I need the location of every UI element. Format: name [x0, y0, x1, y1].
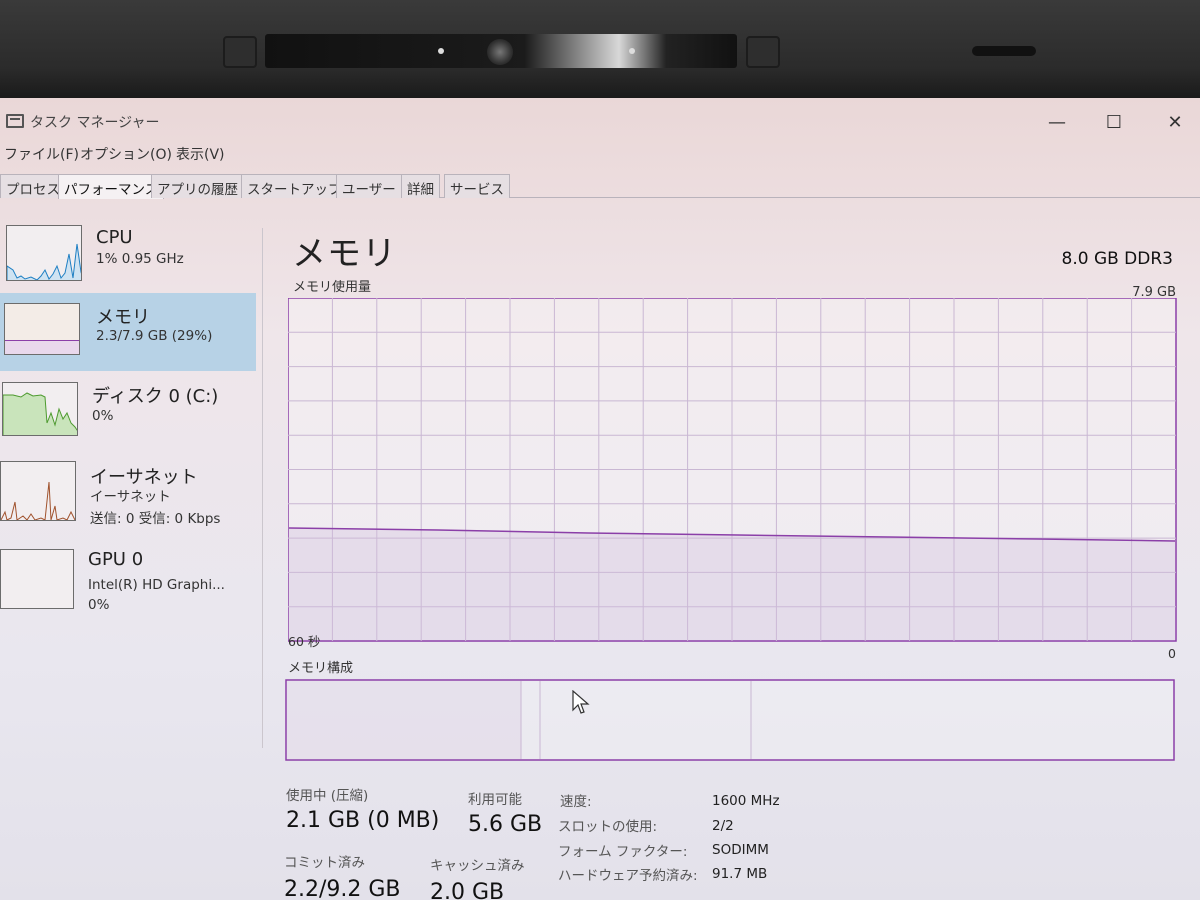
stat-in-use: 使用中 (圧縮) 2.1 GB (0 MB)	[286, 784, 439, 833]
stat-cached-label: キャッシュ済み	[430, 858, 525, 874]
sidebar-ethernet-adapter: イーサネット	[90, 489, 171, 505]
detail-reserved-label: ハードウェア予約済み:	[558, 868, 698, 884]
sidebar-memory-usage: 2.3/7.9 GB (29%)	[96, 328, 213, 344]
stat-cached-value: 2.0 GB	[430, 880, 505, 900]
detail-speed-label: 速度:	[560, 794, 592, 810]
bezel-slot	[972, 46, 1036, 56]
sidebar-divider	[262, 228, 263, 748]
window-title: タスク マネージャー	[30, 115, 160, 131]
stat-committed: コミット済み 2.2/9.2 GB	[284, 851, 401, 900]
sidebar-disk-name: ディスク 0 (C:)	[92, 386, 219, 407]
close-button[interactable]: ✕	[1160, 112, 1190, 133]
stat-cached: キャッシュ済み 2.0 GB	[430, 854, 525, 900]
resource-sidebar: CPU 1% 0.95 GHz メモリ 2.3/7.9 GB (29%) ディス…	[0, 223, 258, 743]
stat-committed-value: 2.2/9.2 GB	[284, 877, 401, 900]
composition-in-use	[287, 681, 521, 759]
sidebar-gpu-name: GPU 0	[88, 549, 144, 570]
sidebar-memory-name: メモリ	[96, 307, 150, 328]
ethernet-mini-graph	[0, 461, 76, 521]
stat-available-label: 利用可能	[468, 792, 522, 808]
menu-view[interactable]: 表示(V)	[176, 144, 225, 164]
minimize-button[interactable]: —	[1042, 112, 1072, 133]
usage-graph-fill	[289, 528, 1175, 640]
bezel-pad-left	[223, 36, 257, 68]
sidebar-item-disk[interactable]: ディスク 0 (C:) 0%	[0, 378, 256, 456]
sidebar-item-gpu[interactable]: GPU 0 Intel(R) HD Graphi... 0%	[0, 545, 256, 623]
sidebar-item-ethernet[interactable]: イーサネット イーサネット 送信: 0 受信: 0 Kbps	[0, 459, 256, 537]
menu-file[interactable]: ファイル(F)	[4, 144, 79, 164]
mouse-cursor-icon	[572, 690, 590, 714]
tab-services[interactable]: サービス	[444, 174, 510, 198]
title-bar: タスク マネージャー — ☐ ✕	[0, 98, 1200, 138]
stat-in-use-value: 2.1 GB (0 MB)	[286, 808, 440, 833]
disk-mini-graph	[2, 382, 78, 436]
webcam-lens	[487, 39, 513, 65]
tab-users[interactable]: ユーザー	[336, 174, 402, 198]
tab-details[interactable]: 詳細	[401, 174, 440, 198]
cpu-mini-graph	[6, 225, 82, 281]
page-title: メモリ	[292, 234, 397, 274]
bezel-pad-right	[746, 36, 780, 68]
gpu-mini-graph	[0, 549, 74, 609]
tab-startup[interactable]: スタートアップ	[241, 174, 348, 198]
sidebar-gpu-model: Intel(R) HD Graphi...	[88, 577, 225, 593]
sidebar-ethernet-throughput: 送信: 0 受信: 0 Kbps	[90, 511, 221, 527]
detail-slots-value: 2/2	[712, 818, 734, 834]
sidebar-item-cpu[interactable]: CPU 1% 0.95 GHz	[0, 223, 256, 301]
tab-app-history[interactable]: アプリの履歴	[151, 174, 244, 198]
tab-processes[interactable]: プロセス	[0, 174, 66, 198]
laptop-bezel	[0, 0, 1200, 98]
stat-in-use-label: 使用中 (圧縮)	[286, 788, 369, 804]
detail-slots-label: スロットの使用:	[558, 819, 658, 835]
memory-usage-graph	[288, 298, 1177, 642]
tab-bar: プロセス パフォーマンス アプリの履歴 スタートアップ ユーザー 詳細 サービス	[0, 174, 1200, 199]
usage-chart-label: メモリ使用量	[293, 280, 372, 295]
maximize-button[interactable]: ☐	[1099, 112, 1129, 133]
webcam-light	[629, 48, 635, 54]
sidebar-item-memory[interactable]: メモリ 2.3/7.9 GB (29%)	[0, 293, 256, 371]
detail-form-factor-label: フォーム ファクター:	[558, 844, 688, 860]
stat-available-value: 5.6 GB	[468, 812, 543, 837]
memory-composition-bar	[285, 679, 1175, 761]
sidebar-cpu-usage: 1% 0.95 GHz	[96, 251, 184, 267]
memory-spec: 8.0 GB DDR3	[1061, 249, 1174, 269]
webcam-indicator	[438, 48, 444, 54]
detail-speed-value: 1600 MHz	[712, 793, 780, 809]
stat-committed-label: コミット済み	[284, 855, 365, 871]
sidebar-disk-usage: 0%	[92, 408, 114, 424]
composition-label: メモリ構成	[288, 661, 354, 676]
menu-options[interactable]: オプション(O)	[80, 144, 172, 164]
detail-reserved-value: 91.7 MB	[712, 866, 768, 882]
memory-mini-graph	[4, 303, 80, 355]
screen: タスク マネージャー — ☐ ✕ ファイル(F) オプション(O) 表示(V) …	[0, 98, 1200, 900]
sidebar-gpu-usage: 0%	[88, 597, 110, 613]
usage-axis-time-start: 60 秒	[288, 634, 321, 649]
tab-performance[interactable]: パフォーマンス	[58, 174, 165, 199]
task-manager-icon	[6, 114, 24, 128]
sidebar-cpu-name: CPU	[96, 227, 133, 248]
usage-axis-time-end: 0	[1168, 646, 1176, 661]
stat-available: 利用可能 5.6 GB	[468, 788, 542, 837]
detail-form-factor-value: SODIMM	[712, 842, 769, 858]
